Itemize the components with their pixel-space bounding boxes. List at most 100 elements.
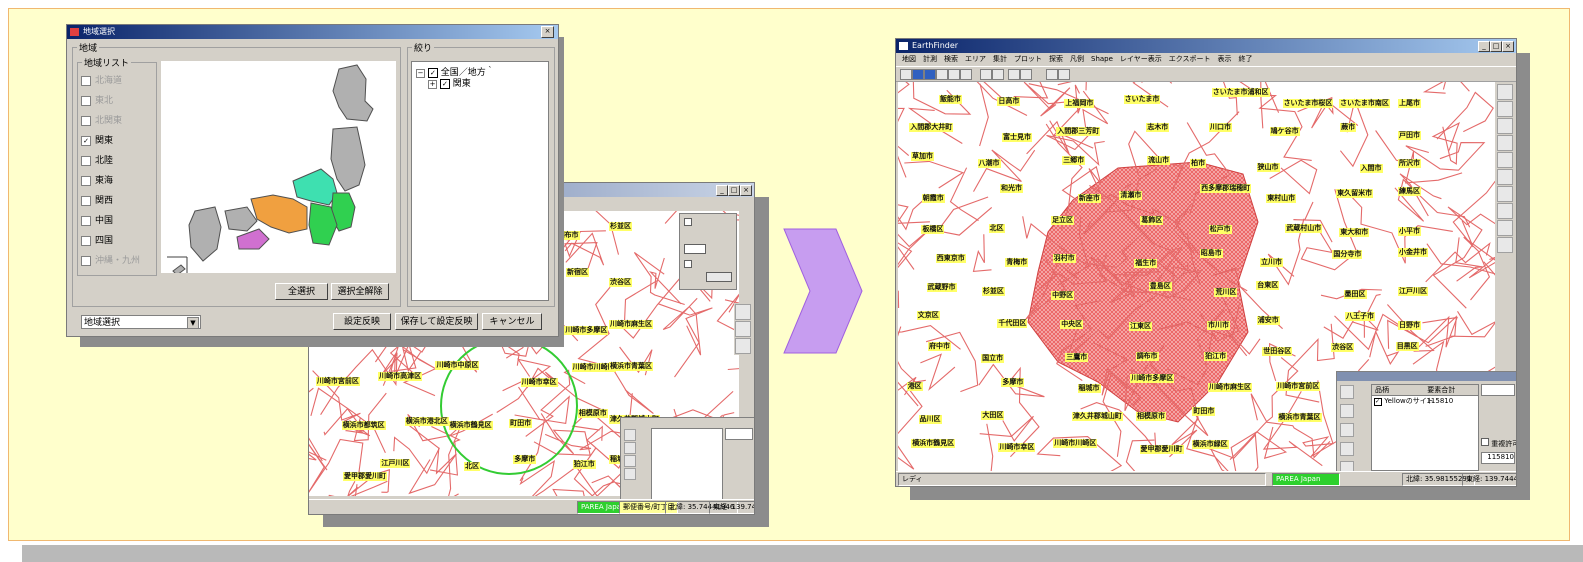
region-checkbox-item[interactable]: ✓ 関東: [81, 133, 113, 146]
menu-item[interactable]: 探索: [1049, 55, 1063, 63]
menu-item[interactable]: 地図: [902, 55, 916, 63]
select-icon[interactable]: [912, 69, 924, 80]
menu-item[interactable]: プロット: [1014, 55, 1042, 63]
tool-icon[interactable]: [1340, 404, 1354, 418]
paste-icon[interactable]: [1020, 69, 1032, 80]
option-checkbox[interactable]: [684, 218, 692, 226]
tool-icon[interactable]: [1340, 385, 1354, 399]
checkbox-icon[interactable]: [81, 195, 91, 206]
layer-icon[interactable]: [1046, 69, 1058, 80]
japan-map[interactable]: [161, 61, 396, 276]
city-label: 清瀬市: [1119, 191, 1143, 201]
save-apply-button[interactable]: 保存して設定反映: [395, 313, 478, 330]
menu-item[interactable]: Shape: [1091, 55, 1113, 63]
duplicate-option[interactable]: 重複許可: [1481, 438, 1516, 449]
minimize-button[interactable]: _: [716, 185, 728, 196]
menu-item[interactable]: 計測: [923, 55, 937, 63]
checkbox-checked-icon[interactable]: ✓: [439, 79, 450, 89]
close-button[interactable]: ×: [1502, 41, 1514, 52]
chart-tool-icon[interactable]: [1497, 237, 1513, 253]
chevron-down-icon[interactable]: ▼: [187, 317, 199, 329]
cancel-button[interactable]: キャンセル: [482, 313, 542, 330]
legend-tool-icon[interactable]: [1497, 118, 1513, 134]
region-checkbox-item[interactable]: 中国: [81, 213, 113, 226]
pan-icon[interactable]: [936, 69, 948, 80]
city-label: 川崎市川崎区: [1053, 438, 1098, 448]
checkbox-checked-icon[interactable]: ✓: [1374, 398, 1382, 406]
menu-item[interactable]: エクスポート: [1169, 55, 1211, 63]
city-label: 三郷市: [1062, 156, 1086, 166]
city-label: 府中市: [927, 342, 951, 352]
tool-icon[interactable]: [624, 468, 636, 480]
option-select[interactable]: [684, 244, 706, 254]
print-preview-icon[interactable]: [980, 69, 992, 80]
region-select-dropdown[interactable]: 地域選択 ▼: [81, 315, 201, 329]
text-tool-icon[interactable]: [1497, 169, 1513, 185]
tool-icon[interactable]: [624, 455, 636, 467]
tool-icon[interactable]: [735, 338, 751, 354]
checkbox-icon[interactable]: [81, 155, 91, 166]
menu-item[interactable]: レイヤー表示: [1120, 55, 1162, 63]
region-checkbox-item[interactable]: 北陸: [81, 153, 113, 166]
city-label: 練馬区: [1398, 186, 1421, 196]
menu-item[interactable]: エリア: [965, 55, 986, 63]
zoom-icon[interactable]: [992, 69, 1004, 80]
side-toolbar: [1496, 83, 1514, 254]
menu-item[interactable]: 凡例: [1070, 55, 1084, 63]
city-label: 和光市: [1000, 184, 1024, 194]
checkbox-checked-icon[interactable]: ✓: [81, 135, 91, 146]
apply-button[interactable]: 設定反映: [333, 313, 391, 330]
maximize-button[interactable]: □: [1490, 41, 1502, 52]
region-checkbox-item[interactable]: 東海: [81, 173, 113, 186]
tree-child-item[interactable]: + ✓ 関東: [428, 76, 471, 89]
region-checkbox-item[interactable]: 関西: [81, 193, 113, 206]
copy-icon[interactable]: [1008, 69, 1020, 80]
deselect-all-button[interactable]: 選択全解除: [331, 283, 389, 300]
tool-icon[interactable]: [624, 429, 636, 441]
chart-tool-icon[interactable]: [1497, 186, 1513, 202]
tool-icon[interactable]: [624, 442, 636, 454]
checkbox[interactable]: [1481, 438, 1489, 446]
maximize-button[interactable]: □: [728, 185, 740, 196]
checkbox-icon[interactable]: [81, 215, 91, 226]
menu-item[interactable]: 検索: [944, 55, 958, 63]
region-checkbox-item[interactable]: 四国: [81, 233, 113, 246]
close-button[interactable]: ×: [740, 185, 752, 196]
collapse-icon[interactable]: −: [416, 69, 425, 78]
city-label: 東大和市: [1339, 227, 1370, 237]
menu-item[interactable]: 表示: [1218, 55, 1232, 63]
arrow-icon[interactable]: [1058, 69, 1070, 80]
rect-icon[interactable]: [948, 69, 960, 80]
plot-tool-icon[interactable]: [1497, 101, 1513, 117]
print-icon[interactable]: [900, 69, 912, 80]
select-all-button[interactable]: 全選択: [275, 283, 328, 300]
chart-tool-icon[interactable]: [1497, 220, 1513, 236]
option-checkbox[interactable]: [684, 260, 692, 268]
region-select-dialog: 地域選択 × 地域 地域リスト 北海道 東北 北関東 ✓ 関東 北陸 東海 関西 中国 四国 沖縄・…: [66, 24, 559, 337]
boundary-line: [309, 438, 364, 493]
checkbox-icon[interactable]: [81, 175, 91, 186]
tool-icon[interactable]: [735, 304, 751, 320]
close-button[interactable]: ×: [541, 26, 554, 38]
option-button[interactable]: [706, 272, 732, 282]
tool-icon[interactable]: [1340, 423, 1354, 437]
region-tree[interactable]: − ✓ 全国／地方｀ + ✓ 関東: [411, 61, 549, 301]
minimize-button[interactable]: _: [1478, 41, 1490, 52]
menu-item[interactable]: 集計: [993, 55, 1007, 63]
tool-icon[interactable]: [735, 321, 751, 337]
search-tool-icon[interactable]: [1497, 84, 1513, 100]
tool-icon[interactable]: [1340, 442, 1354, 456]
city-label: 蕨市: [1340, 123, 1357, 133]
menu-item[interactable]: 終了: [1239, 55, 1253, 63]
chart-tool-icon[interactable]: [1497, 203, 1513, 219]
measure-icon[interactable]: [960, 69, 972, 80]
expand-icon[interactable]: +: [428, 80, 437, 89]
total-field: 115810: [1481, 452, 1515, 464]
select-icon[interactable]: [924, 69, 936, 80]
checkbox-icon[interactable]: [81, 235, 91, 246]
city-label: 狭山市: [1256, 162, 1280, 172]
area-tool-icon[interactable]: [1497, 135, 1513, 151]
legend-row[interactable]: ✓ Yellowのサイト 115810: [1372, 396, 1478, 406]
legend-tools: [623, 428, 639, 498]
layer-tool-icon[interactable]: [1497, 152, 1513, 168]
